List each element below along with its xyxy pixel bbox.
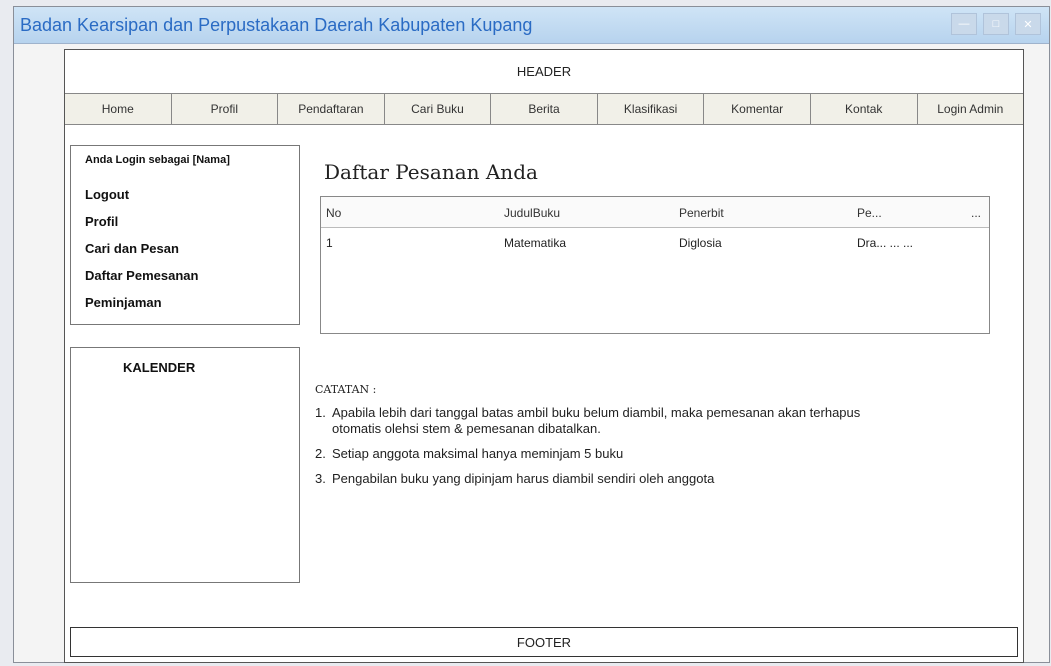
column-header-no[interactable]: No: [326, 206, 341, 220]
note-number: 1.: [315, 405, 326, 420]
close-icon: ✕: [1023, 18, 1033, 31]
note-item: 1. Apabila lebih dari tanggal batas ambi…: [315, 405, 875, 437]
table-header: No JudulBuku Penerbit Pe... ...: [321, 197, 989, 228]
menu-daftar-pemesanan[interactable]: Daftar Pemesanan: [85, 267, 198, 294]
login-status: Anda Login sebagai [Nama]: [85, 154, 230, 166]
nav-kontak[interactable]: Kontak: [810, 94, 918, 124]
column-header-more[interactable]: ...: [971, 206, 981, 220]
header-label: HEADER: [516, 64, 572, 79]
notes-section: CATATAN : 1. Apabila lebih dari tanggal …: [315, 383, 875, 496]
menu-profil[interactable]: Profil: [85, 213, 198, 240]
column-header-judul-buku[interactable]: JudulBuku: [504, 206, 560, 220]
column-header-truncated[interactable]: Pe...: [857, 206, 882, 220]
minimize-button[interactable]: —: [951, 13, 977, 35]
notes-title: CATATAN :: [315, 383, 377, 396]
menu-cari-dan-pesan[interactable]: Cari dan Pesan: [85, 240, 198, 267]
nav-cari-buku[interactable]: Cari Buku: [384, 94, 492, 124]
nav-home[interactable]: Home: [65, 94, 172, 124]
page-footer: FOOTER: [70, 627, 1018, 657]
column-header-penerbit[interactable]: Penerbit: [679, 206, 724, 220]
calendar-panel: KALENDER: [70, 347, 300, 583]
note-text: Pengabilan buku yang dipinjam harus diam…: [332, 471, 715, 486]
user-menu: Logout Profil Cari dan Pesan Daftar Peme…: [85, 186, 198, 321]
nav-bar: Home Profil Pendaftaran Cari Buku Berita…: [65, 93, 1024, 125]
orders-table: No JudulBuku Penerbit Pe... ... 1 Matema…: [320, 196, 990, 334]
menu-peminjaman[interactable]: Peminjaman: [85, 294, 198, 321]
note-item: 3. Pengabilan buku yang dipinjam harus d…: [315, 471, 875, 487]
window-controls: — □ ✕: [951, 13, 1041, 35]
cell-judul-buku: Matematika: [504, 236, 567, 250]
nav-profil[interactable]: Profil: [171, 94, 279, 124]
title-bar: Badan Kearsipan dan Perpustakaan Daerah …: [14, 7, 1049, 44]
nav-berita[interactable]: Berita: [491, 94, 598, 124]
page-header: HEADER: [65, 50, 1023, 93]
menu-logout[interactable]: Logout: [85, 186, 198, 213]
browser-window: Badan Kearsipan dan Perpustakaan Daerah …: [13, 6, 1050, 663]
nav-pendaftaran[interactable]: Pendaftaran: [278, 94, 385, 124]
minimize-icon: —: [958, 18, 970, 30]
table-row[interactable]: 1 Matematika Diglosia Dra... ... ...: [321, 227, 989, 257]
note-text: Setiap anggota maksimal hanya meminjam 5…: [332, 446, 624, 461]
note-item: 2. Setiap anggota maksimal hanya meminja…: [315, 446, 875, 462]
maximize-icon: □: [992, 18, 1000, 30]
user-menu-panel: Anda Login sebagai [Nama] Logout Profil …: [70, 145, 300, 325]
close-button[interactable]: ✕: [1015, 13, 1041, 35]
footer-label: FOOTER: [516, 634, 572, 650]
note-number: 2.: [315, 446, 326, 461]
nav-klasifikasi[interactable]: Klasifikasi: [597, 94, 705, 124]
note-number: 3.: [315, 471, 326, 486]
cell-truncated: Dra... ... ...: [857, 236, 914, 250]
page-content: HEADER Home Profil Pendaftaran Cari Buku…: [64, 49, 1024, 663]
cell-penerbit: Diglosia: [679, 236, 722, 250]
window-title: Badan Kearsipan dan Perpustakaan Daerah …: [20, 15, 533, 35]
nav-komentar[interactable]: Komentar: [704, 94, 811, 124]
page-title: Daftar Pesanan Anda: [324, 160, 538, 184]
calendar-title: KALENDER: [123, 360, 196, 375]
nav-login-admin[interactable]: Login Admin: [917, 94, 1024, 124]
maximize-button[interactable]: □: [983, 13, 1009, 35]
note-text: Apabila lebih dari tanggal batas ambil b…: [332, 405, 861, 436]
cell-no: 1: [326, 236, 333, 250]
